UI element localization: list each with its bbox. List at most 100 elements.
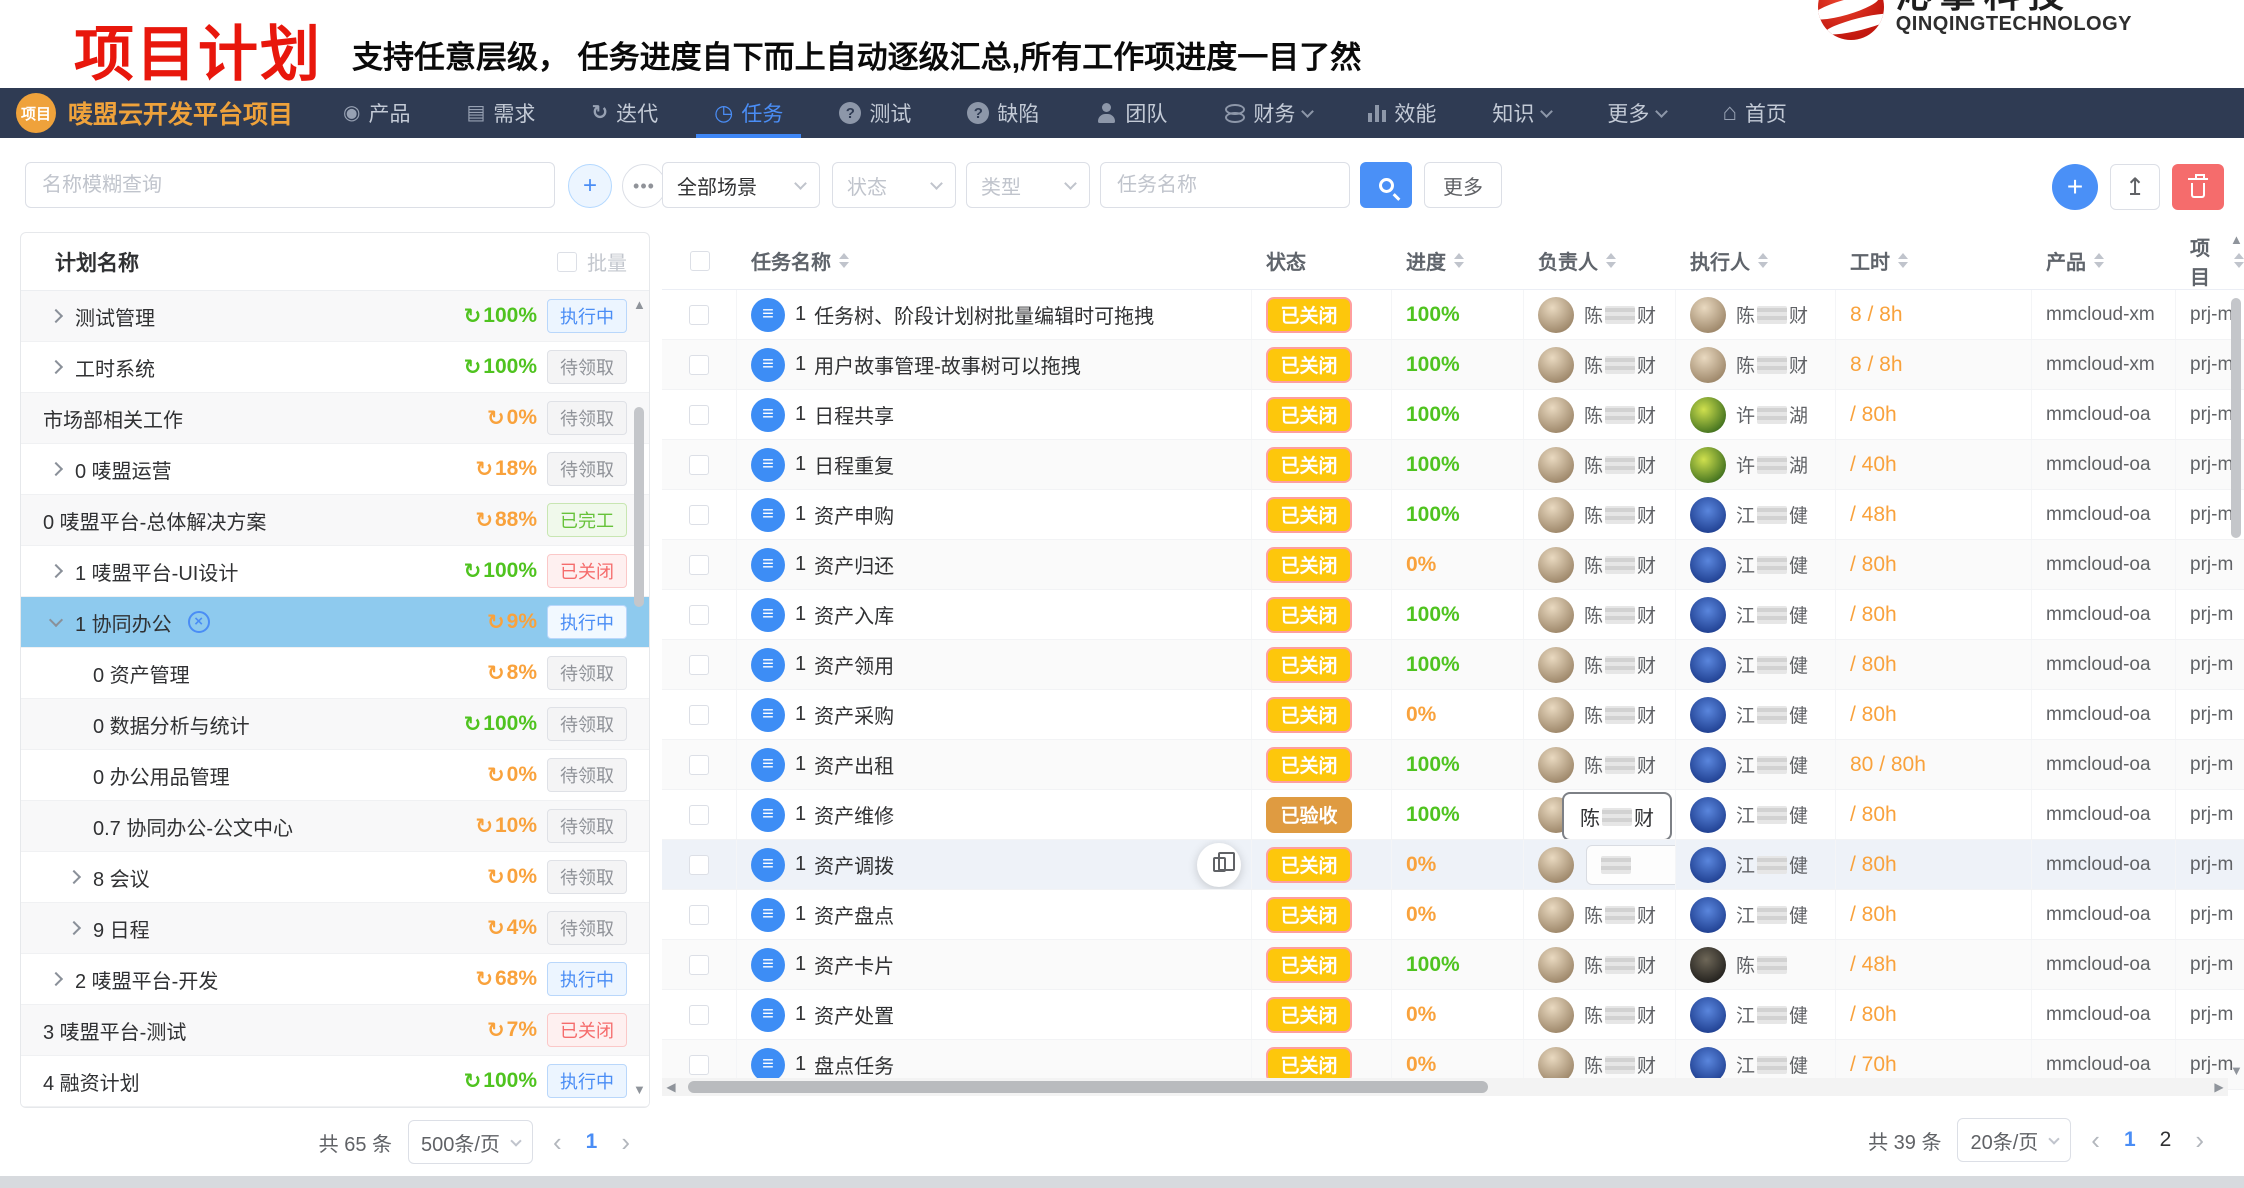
row-checkbox[interactable] (689, 955, 709, 975)
nav-item[interactable]: 财务 (1213, 88, 1322, 138)
task-name-search-input[interactable] (1100, 162, 1350, 208)
add-task-button[interactable]: + (2052, 164, 2098, 210)
task-name-cell[interactable]: 1 资产维修 (737, 790, 1252, 839)
task-row[interactable]: 1 资产卡片 已关闭 100% 陈财 陈财 (662, 940, 2244, 990)
row-checkbox[interactable] (689, 705, 709, 725)
task-row[interactable]: 1 资产申购 已关闭 100% 陈财 陈财 (662, 490, 2244, 540)
table-vertical-scrollbar[interactable]: ▲ ▼ (2228, 232, 2244, 1078)
row-checkbox[interactable] (689, 1005, 709, 1025)
page-number-1[interactable]: 1 (582, 1130, 602, 1154)
task-name-cell[interactable]: 1 资产归还 (737, 540, 1252, 589)
task-row[interactable]: 1 资产入库 已关闭 100% 陈财 陈财 (662, 590, 2244, 640)
task-name-cell[interactable]: 1 用户故事管理-故事树可以拖拽 (737, 340, 1252, 389)
plan-tree-row[interactable]: 3 唛盟平台-测试 ↻ 7% 已关闭 (21, 1005, 649, 1056)
tree-expand-icon[interactable] (49, 564, 63, 578)
plan-tree-row[interactable]: 1 协同办公 ↻ 9% 执行中 (21, 597, 649, 648)
nav-item[interactable]: 缺陷 (957, 88, 1049, 138)
row-checkbox[interactable] (689, 755, 709, 775)
row-checkbox[interactable] (689, 455, 709, 475)
sort-icon[interactable] (1758, 253, 1768, 268)
row-checkbox[interactable] (689, 405, 709, 425)
type-select[interactable]: 类型 (966, 162, 1090, 208)
scrollbar-thumb[interactable] (2231, 298, 2241, 538)
prev-page-button[interactable]: ‹ (549, 1127, 566, 1158)
task-row[interactable]: 1 资产调拨 已关闭 0% 陈财 陈财 (662, 840, 2244, 890)
row-checkbox[interactable] (689, 855, 709, 875)
nav-item[interactable]: 效能 (1358, 88, 1446, 138)
nav-item[interactable]: 首页 (1712, 88, 1797, 138)
locate-icon[interactable] (188, 611, 210, 633)
page-number-1[interactable]: 1 (2120, 1128, 2140, 1152)
plan-tree-row[interactable]: 4 融资计划 ↻ 100% 执行中 (21, 1056, 649, 1107)
tree-expand-icon[interactable] (49, 613, 63, 627)
scroll-down-icon[interactable]: ▼ (2230, 1063, 2243, 1078)
column-header[interactable]: 工时 (1836, 246, 2032, 275)
scroll-up-icon[interactable]: ▲ (2230, 232, 2243, 247)
page-number-2[interactable]: 2 (2156, 1128, 2176, 1152)
scroll-right-icon[interactable]: ▶ (2210, 1080, 2228, 1094)
nav-item[interactable]: 需求 (456, 88, 545, 138)
plan-tree-row[interactable]: 测试管理 ↻ 100% 执行中 (21, 291, 649, 342)
row-checkbox[interactable] (689, 805, 709, 825)
plan-tree-scrollbar[interactable]: ▲ ▼ (631, 297, 647, 1097)
task-row[interactable]: 1 日程重复 已关闭 100% 陈财 陈财 (662, 440, 2244, 490)
tree-expand-icon[interactable] (49, 309, 63, 323)
plan-tree-row[interactable]: 0 唛盟平台-总体解决方案 ↻ 88% 已完工 (21, 495, 649, 546)
task-row[interactable]: 1 日程共享 已关闭 100% 陈财 陈财 (662, 390, 2244, 440)
row-checkbox[interactable] (689, 1055, 709, 1075)
plan-tree-row[interactable]: 0.7 协同办公-公文中心 ↻ 10% 待领取 (21, 801, 649, 852)
status-select[interactable]: 状态 (832, 162, 956, 208)
scene-select[interactable]: 全部场景 (662, 162, 820, 208)
sort-icon[interactable] (839, 253, 849, 268)
sort-icon[interactable] (1454, 253, 1464, 268)
task-name-cell[interactable]: 1 资产出租 (737, 740, 1252, 789)
scroll-down-icon[interactable]: ▼ (633, 1082, 646, 1097)
tree-expand-icon[interactable] (49, 360, 63, 374)
upload-button[interactable]: ↥ (2110, 164, 2160, 210)
column-header[interactable]: 任务名称 (737, 246, 1252, 275)
plan-name-search-input[interactable] (25, 162, 555, 208)
more-filters-button[interactable]: 更多 (1424, 162, 1502, 208)
nav-item[interactable]: 迭代 (581, 88, 668, 138)
plan-tree-row[interactable]: 0 唛盟运营 ↻ 18% 待领取 (21, 444, 649, 495)
task-row[interactable]: 1 资产出租 已关闭 100% 陈财 陈财 (662, 740, 2244, 790)
task-row[interactable]: 1 任务树、阶段计划树批量编辑时可拖拽 已关闭 100% 陈财 陈财 (662, 290, 2244, 340)
plan-tree-row[interactable]: 1 唛盟平台-UI设计 ↻ 100% 已关闭 (21, 546, 649, 597)
task-page-size-select[interactable]: 20条/页 (1957, 1118, 2071, 1162)
owner-inline-select[interactable] (1586, 845, 1676, 885)
scrollbar-thumb[interactable] (688, 1081, 1488, 1093)
copy-task-button[interactable] (1197, 843, 1241, 887)
task-name-cell[interactable]: 1 资产采购 (737, 690, 1252, 739)
tree-expand-icon[interactable] (49, 462, 63, 476)
row-checkbox[interactable] (689, 305, 709, 325)
tree-expand-icon[interactable] (67, 921, 81, 935)
row-checkbox[interactable] (689, 655, 709, 675)
column-header[interactable]: 负责人 (1524, 246, 1676, 275)
nav-item[interactable]: 任务 (704, 88, 793, 138)
sort-icon[interactable] (1898, 253, 1908, 268)
task-name-cell[interactable]: 1 资产申购 (737, 490, 1252, 539)
batch-checkbox[interactable] (557, 252, 577, 272)
row-checkbox[interactable] (689, 905, 709, 925)
task-name-cell[interactable]: 1 资产领用 (737, 640, 1252, 689)
nav-item[interactable]: 更多 (1597, 88, 1676, 138)
task-name-cell[interactable]: 1 资产卡片 (737, 940, 1252, 989)
tree-expand-icon[interactable] (67, 870, 81, 884)
tree-expand-icon[interactable] (49, 972, 63, 986)
task-row[interactable]: 1 用户故事管理-故事树可以拖拽 已关闭 100% 陈财 陈财 (662, 340, 2244, 390)
column-header[interactable]: 产品 (2032, 246, 2176, 275)
column-header[interactable]: 状态 (1252, 246, 1392, 275)
row-checkbox[interactable] (689, 355, 709, 375)
nav-item[interactable]: 团队 (1085, 88, 1177, 138)
project-name[interactable]: 唛盟云开发平台项目 (68, 95, 293, 131)
plan-tree-row[interactable]: 市场部相关工作 ↻ 0% 待领取 (21, 393, 649, 444)
column-header[interactable]: 进度 (1392, 246, 1524, 275)
nav-item[interactable]: 测试 (829, 88, 921, 138)
plan-tree-row[interactable]: 工时系统 ↻ 100% 待领取 (21, 342, 649, 393)
task-row[interactable]: 1 资产处置 已关闭 0% 陈财 陈财 (662, 990, 2244, 1040)
next-page-button[interactable]: › (617, 1127, 634, 1158)
task-name-cell[interactable]: 1 日程共享 (737, 390, 1252, 439)
row-checkbox[interactable] (689, 555, 709, 575)
task-name-cell[interactable]: 1 任务树、阶段计划树批量编辑时可拖拽 (737, 290, 1252, 339)
add-plan-button[interactable]: + (568, 164, 612, 208)
